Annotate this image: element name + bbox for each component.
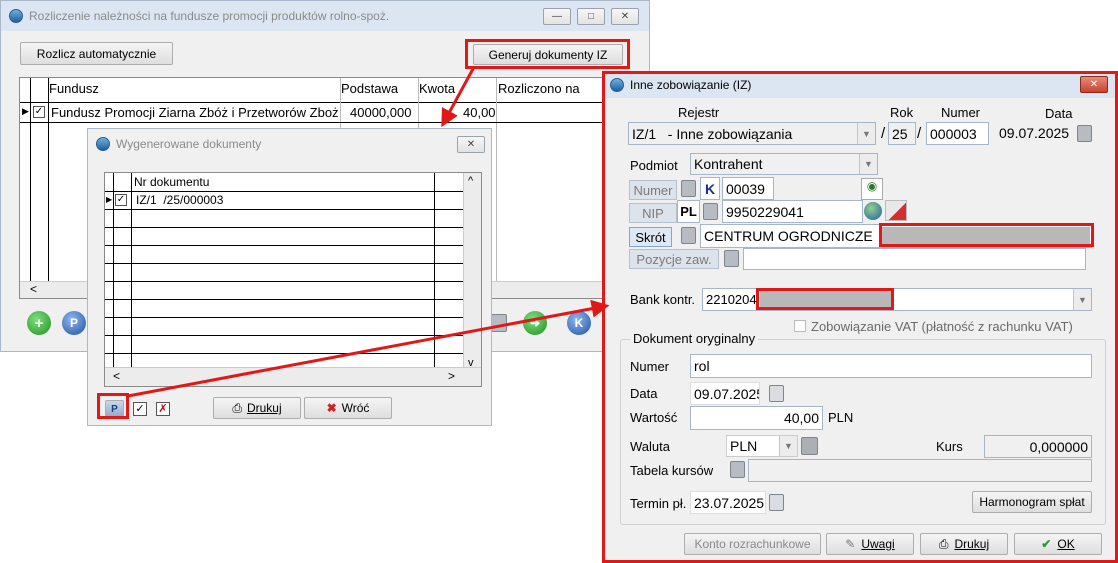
arrow-to-iz-window xyxy=(127,299,610,398)
arrow-to-generated xyxy=(441,66,476,128)
annotation-arrows xyxy=(127,66,610,398)
